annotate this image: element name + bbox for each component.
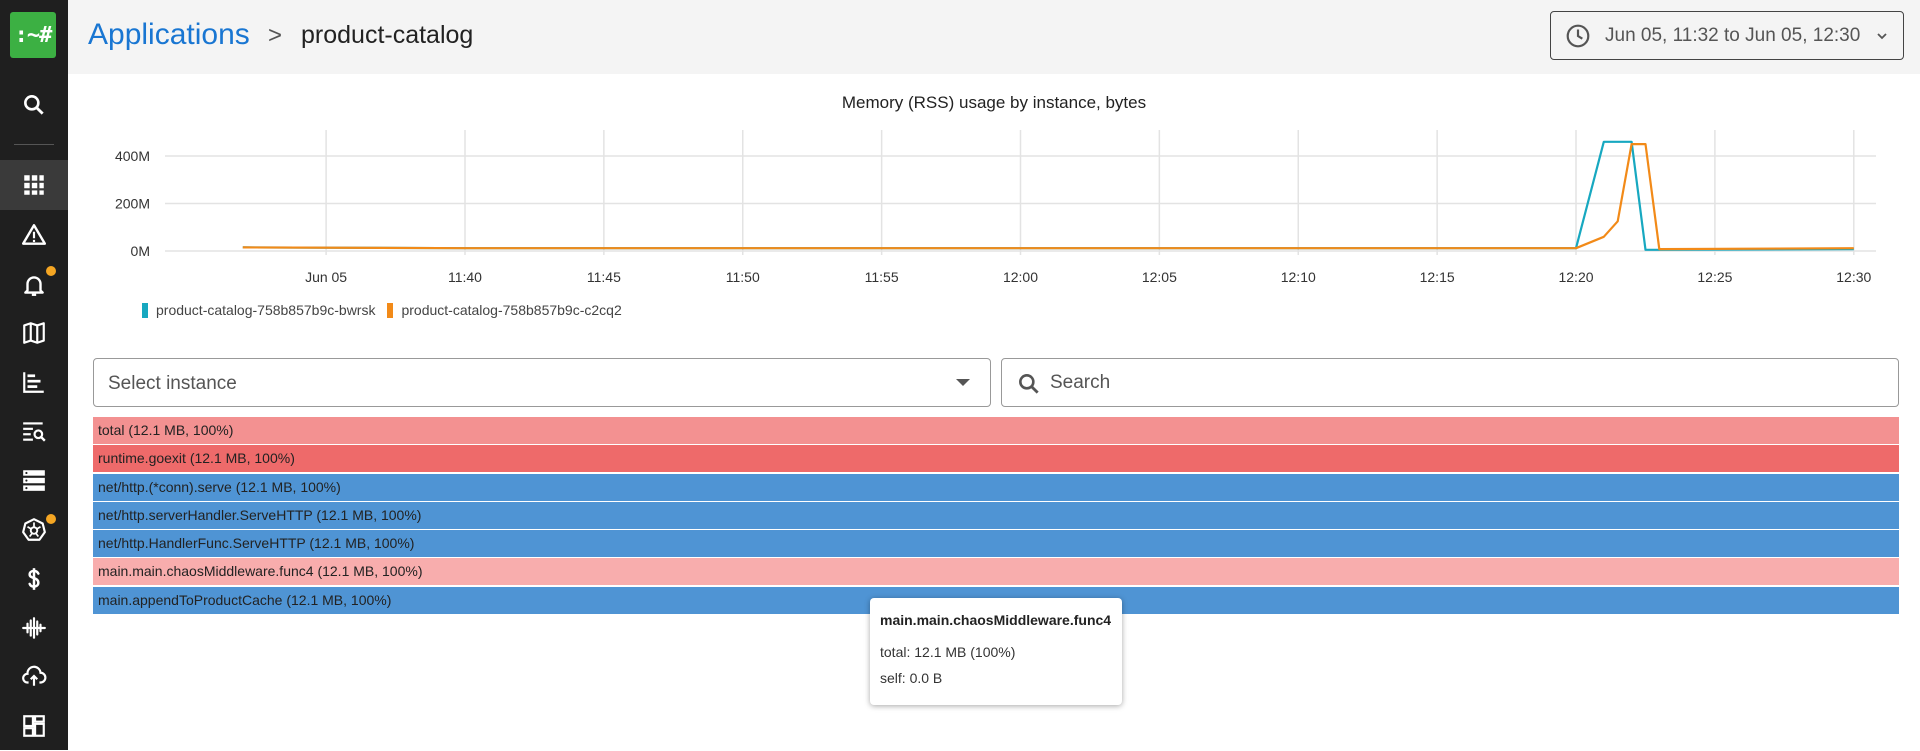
sidebar-item-map[interactable] [0, 308, 68, 358]
flamegraph-frame[interactable]: net/http.serverHandler.ServeHTTP (12.1 M… [93, 501, 1899, 529]
breadcrumb-separator: > [268, 22, 283, 49]
sidebar-item-applications[interactable] [0, 160, 68, 210]
x-tick-label: 12:10 [1281, 269, 1316, 285]
memory-chart[interactable]: Jun 05 11:40 11:45 11:50 11:55 12:00 12:05 12:1… [68, 110, 1920, 290]
sidebar-divider [14, 144, 54, 145]
flamegraph: total (12.1 MB, 100%) runtime.goexit (12.… [93, 417, 1899, 615]
server-icon [23, 470, 45, 491]
sidebar-item-anomalies[interactable] [0, 603, 68, 653]
flamegraph-frame[interactable]: net/http.HandlerFunc.ServeHTTP (12.1 MB,… [93, 530, 1899, 558]
tooltip-total: total: 12.1 MB (100%) [880, 644, 1016, 660]
legend-swatch [387, 302, 394, 318]
flamegraph-frame[interactable]: main.main.chaosMiddleware.func4 (12.1 MB… [93, 558, 1899, 586]
dollar-icon [28, 568, 40, 590]
log-search-icon [23, 422, 46, 442]
app-logo[interactable]: :~# [10, 12, 56, 58]
x-tick-label: 12:25 [1697, 269, 1732, 285]
x-tick-label: 12:30 [1836, 269, 1871, 285]
sidebar-item-alerts[interactable] [0, 260, 68, 310]
tooltip-self: self: 0.0 B [880, 670, 943, 686]
flamegraph-frame[interactable]: runtime.goexit (12.1 MB, 100%) [93, 445, 1899, 473]
x-tick-label: 11:45 [587, 269, 621, 285]
tooltip-title: main.main.chaosMiddleware.func4 [880, 612, 1112, 628]
sidebar-item-kubernetes[interactable] [0, 505, 68, 555]
x-tick-label: 12:05 [1142, 269, 1177, 285]
sidebar: :~# [0, 0, 68, 750]
legend-swatch [142, 302, 148, 318]
dropdown-arrow-icon [956, 379, 970, 386]
x-tick-label: 12:00 [1003, 269, 1038, 285]
map-icon [23, 322, 45, 344]
search-input[interactable] [1050, 367, 1870, 399]
time-range-label: Jun 05, 11:32 to Jun 05, 12:30 [1605, 24, 1861, 46]
x-tick-label: 12:20 [1558, 269, 1593, 285]
bell-icon [24, 276, 44, 296]
x-tick-label: 11:40 [448, 269, 482, 285]
sidebar-item-integrations[interactable] [0, 651, 68, 701]
sidebar-item-logs[interactable] [0, 406, 68, 456]
y-tick-label: 0M [131, 243, 150, 259]
search-icon [24, 95, 44, 115]
instance-select-placeholder: Select instance [108, 373, 237, 394]
search-icon [1019, 374, 1039, 394]
legend-label: product-catalog-758b857b9c-c2cq2 [401, 302, 622, 318]
header: Applications > product-catalog Jun 05, 1… [68, 0, 1920, 74]
flamegraph-frame[interactable]: net/http.(*conn).serve (12.1 MB, 100%) [93, 473, 1899, 501]
x-tick-label: 11:50 [726, 269, 760, 285]
x-tick-label: Jun 05 [305, 269, 347, 285]
flamegraph-tooltip: main.main.chaosMiddleware.func4 total: 1… [870, 598, 1122, 705]
kubernetes-icon [22, 518, 46, 541]
series-line-1 [242, 142, 1854, 251]
x-tick-label: 11:55 [865, 269, 899, 285]
sidebar-item-incidents[interactable] [0, 210, 68, 260]
apps-grid-icon [24, 175, 44, 195]
kubernetes-badge [46, 514, 56, 524]
chevron-down-icon [1877, 33, 1887, 40]
alerts-badge [46, 266, 56, 276]
sidebar-item-traces[interactable] [0, 357, 68, 407]
flamegraph-frame[interactable]: total (12.1 MB, 100%) [93, 417, 1899, 444]
sidebar-item-search[interactable] [0, 80, 68, 130]
dashboard-icon [23, 715, 45, 737]
x-tick-label: 12:15 [1420, 269, 1455, 285]
series-line-0 [242, 140, 1854, 251]
instance-select[interactable]: Select instance [93, 358, 991, 407]
breadcrumb-applications[interactable]: Applications [88, 18, 250, 52]
cloud-upload-icon [22, 665, 47, 686]
sidebar-item-nodes[interactable] [0, 455, 68, 505]
breadcrumb-current: product-catalog [301, 21, 474, 49]
y-tick-label: 400M [115, 148, 150, 164]
y-tick-label: 200M [115, 196, 150, 212]
chart-legend: product-catalog-758b857b9c-bwrsk product… [142, 302, 634, 318]
search-box[interactable] [1001, 358, 1899, 407]
sidebar-item-costs[interactable] [0, 554, 68, 604]
legend-item-c2cq2[interactable]: product-catalog-758b857b9c-c2cq2 [387, 302, 622, 318]
legend-item-bwrsk[interactable]: product-catalog-758b857b9c-bwrsk [142, 302, 375, 318]
warning-icon [21, 224, 47, 245]
legend-label: product-catalog-758b857b9c-bwrsk [156, 302, 376, 318]
clock-icon [1566, 24, 1590, 47]
time-range-picker[interactable]: Jun 05, 11:32 to Jun 05, 12:30 [1550, 11, 1904, 60]
waveform-icon [22, 617, 46, 639]
sidebar-item-dashboards[interactable] [0, 701, 68, 751]
bar-chart-icon [23, 372, 44, 393]
